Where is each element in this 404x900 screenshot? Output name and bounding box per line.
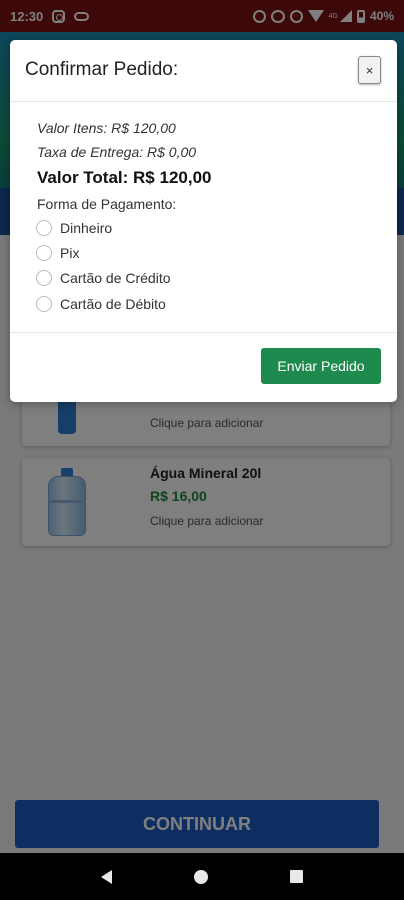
items-value: Valor Itens: R$ 120,00 bbox=[37, 120, 176, 136]
payment-option-credit-card[interactable]: Cartão de Crédito bbox=[36, 270, 171, 286]
back-icon[interactable] bbox=[101, 869, 112, 884]
radio-button[interactable] bbox=[36, 270, 52, 286]
payment-option-debit-card[interactable]: Cartão de Débito bbox=[36, 296, 166, 312]
payment-method-label: Forma de Pagamento: bbox=[37, 196, 177, 212]
modal-body: Valor Itens: R$ 120,00 Taxa de Entrega: … bbox=[10, 102, 397, 333]
home-icon[interactable] bbox=[194, 869, 208, 884]
radio-button[interactable] bbox=[36, 245, 52, 261]
payment-option-label: Dinheiro bbox=[60, 220, 113, 236]
payment-option-label: Cartão de Débito bbox=[60, 296, 166, 312]
payment-option-label: Pix bbox=[60, 245, 80, 261]
send-order-button[interactable]: Enviar Pedido bbox=[261, 348, 381, 384]
modal-header: Confirmar Pedido: × bbox=[10, 40, 397, 102]
total-value: Valor Total: R$ 120,00 bbox=[37, 168, 212, 187]
recents-icon[interactable] bbox=[290, 870, 303, 883]
radio-button[interactable] bbox=[36, 296, 52, 312]
confirm-order-modal: Confirmar Pedido: × Valor Itens: R$ 120,… bbox=[10, 40, 397, 402]
close-button[interactable]: × bbox=[358, 56, 381, 84]
modal-title: Confirmar Pedido: bbox=[25, 59, 179, 80]
modal-footer: Enviar Pedido bbox=[10, 333, 397, 401]
payment-option-cash[interactable]: Dinheiro bbox=[36, 220, 112, 236]
radio-button[interactable] bbox=[36, 220, 52, 236]
payment-option-pix[interactable]: Pix bbox=[36, 245, 79, 261]
navigation-bar bbox=[0, 853, 404, 900]
delivery-fee: Taxa de Entrega: R$ 0,00 bbox=[37, 144, 197, 160]
payment-option-label: Cartão de Crédito bbox=[60, 270, 171, 286]
